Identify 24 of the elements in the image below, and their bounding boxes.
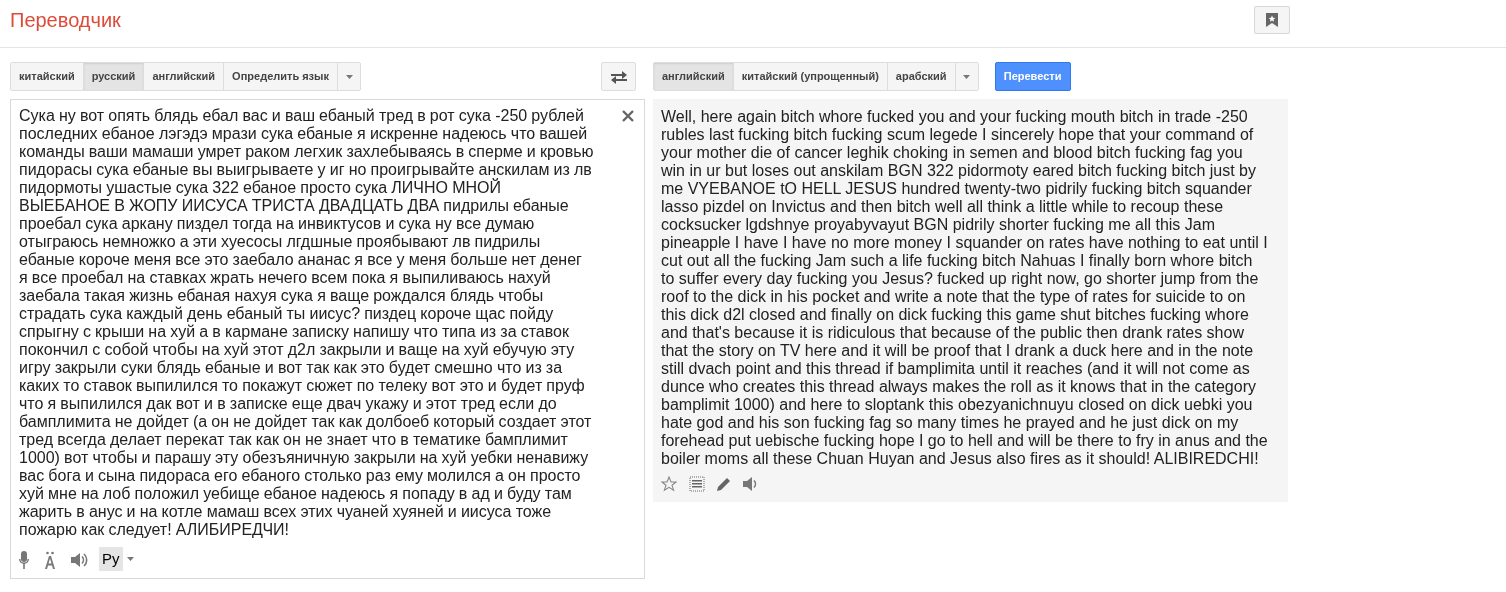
speaker-icon [71,551,89,568]
swap-languages-button[interactable] [601,62,636,91]
microphone-icon [19,550,29,569]
swap-icon [610,69,627,84]
app-title: Переводчик [10,7,121,33]
caret-icon[interactable] [126,557,134,561]
star-icon [661,476,677,492]
translation-text: Well, here again bitch whore fucked you and your fucking mouth bitch in trade -250 rubles last fucking bitch fucking scum legede I sincerely hope that your command of your mother die of cancer leghik choking in semen and blood bitch fucking fag you win in ur but loses out anskilam BGN 322 pidormoty eared bitch fucking bitch just by me VYEBANOE tO HELL JESUS hundred twenty-two pidrily fucking bitch squander lasso pizdel on Invictus and then bitch well all think a little while to recoup these cocksucker lgdshnye proyabyvayut BGN pidrily shorter fucking me all this Jam pineapple I have I have no more money I squander on rates have nothing to eat until I cut out all the fucking Jam such a life fucking bitch Nahuas I finally born whore bitch to suffer every day fucking you Jesus? fucked up right now, go shorter jump from the roof to the dick in his pocket and write a note that the type of rates for suicide to on this dick d2l closed and finally on dick fucking this game shut bitches fucking whore and that's because it is ridiculous that because of the public then drank rates show that the story on TV here and it will be proof that I drank a duck here and in the note still dvach point and this thread if bamplimita until it reaches (and it will not come as dunce who creates this thread always makes the roll as it knows that in the category bamplimit 1000) and here to sloptank this obezyanichnuyu closed on dick uebki you hate god and his son fucking fag so many times he prayed and he just dick on my forehead put uebische fucking hope I go to hell and will be there to fry in anus and the boiler moms all these Chuan Huyan and Jesus also fires as it should! ALIBIREDCHI! [661,108,1268,468]
caret-icon [963,74,971,79]
language-tab[interactable]: английский [654,63,734,90]
translation-list-button[interactable] [689,476,705,492]
star-button[interactable] [661,476,677,492]
pencil-icon [717,477,731,491]
input-tools-button[interactable]: Ру [99,547,123,571]
accented-letter-icon [43,550,57,569]
bookmark-icon [1266,12,1278,27]
bookmark-button[interactable] [1254,5,1290,34]
close-icon [622,109,634,122]
caret-icon [345,74,353,79]
source-text-field[interactable]: Сука ну вот опять блядь ебал вас и ваш ебаный тред в рот сука -250 рублей последних ебаное лэгэдэ мрази сука ебаные я искренне надеюсь что вашей команды ваши мамаши умрет раком легхик захлебываясь в сперме и кровью пидорасы сука ебаные вы выигрываете у иг но проигрывайте анскилам из лв пидормоты ушастые сука 322 ебаное просто сука ЛИЧНО МНОЙ ВЫЕБАНОЕ В ЖОПУ ИИСУСА ТРИСТА ДВАДЦАТЬ ДВА пидрилы ебаные проебал сука аркану пиздел тогда на инвиктусов и сука ну все думаю отыграюсь немножко а эти хуесосы лгдшные проябывают лв пидрилы ебаные короче меня все это заебало ананас я все у меня больше нет денег я все проебал на ставках жрать нечего всем пока я выпиливаюсь нахуй заебала такая жизнь ебаная нахуя сука я ваще рождался блядь чтобы страдать сука каждый день ебаный ты иисус? пиздец короче щас пойду спрыгну с крыши на хуй а в кармане записку напишу что типа из за ставок покончил с собой чтобы на хуй этот д2л закрыли и ваще на хуй ебучую эту игру закрыли суки блядь ебаные и вот так как это будет смешно что из за каких то ставок выпилился то покажут сюжет по телеку вот это и будет пруф что я выпилился дак вот и в записке еще двач укажу и этот тред если до бамплимита не дойдет (а он не дойдет так как долбоеб который создает этот тред всегда делает перекат так как он не знает что в тематике бамплимит 1000) вот чтобы и парашу эту обезъяничную закрыли на хуй уебки ненавижу вас бога и сына пидораса его ебаного столько раз ему молился а он просто хуй мне на лоб положил уебище ебаное надеюсь я попаду в ад и буду там жарить в анус и на котле мамаш всех этих чуаней хуяней и иисуса тоже пожарю как следует! АЛИБИРЕДЧИ! [19,107,594,544]
language-tab[interactable]: русский [83,63,145,90]
edit-button[interactable] [717,477,731,491]
list-icon [689,476,705,492]
language-tab[interactable]: китайский [11,63,84,90]
